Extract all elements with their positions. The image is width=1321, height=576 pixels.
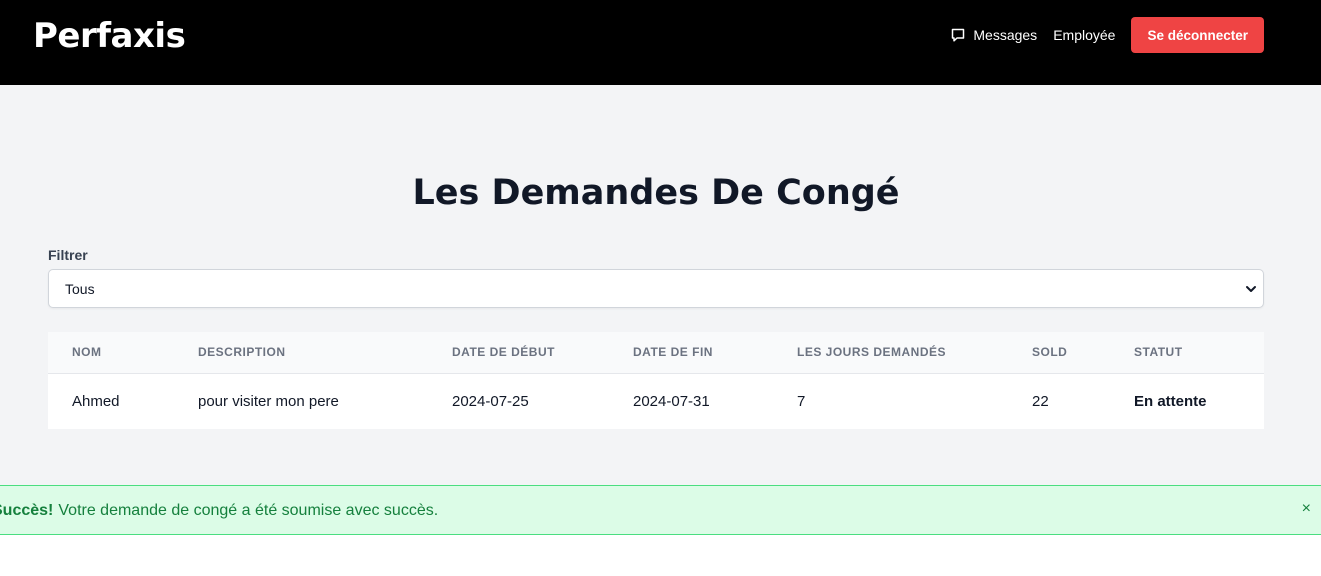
column-header-balance: SOLD (1032, 345, 1068, 360)
success-alert: Succès!Votre demande de congé a été soum… (0, 485, 1321, 535)
nav-actions: Messages Employée Se déconnecter (950, 17, 1264, 53)
cell-requested-days: 7 (797, 392, 806, 410)
leave-requests-table: NOM DESCRIPTION DATE DE DÉBUT DATE DE FI… (48, 332, 1264, 429)
messages-label: Messages (973, 27, 1038, 43)
chat-bubble-icon (952, 28, 965, 42)
employee-label: Employée (1053, 27, 1116, 43)
cell-balance: 22 (1032, 392, 1049, 410)
cell-end-date: 2024-07-31 (633, 392, 710, 410)
employee-link[interactable]: Employée (1053, 27, 1115, 43)
alert-message: Votre demande de congé a été soumise ave… (58, 502, 439, 519)
cell-name: Ahmed (72, 392, 120, 410)
column-header-start-date: DATE DE DÉBUT (452, 345, 555, 360)
chevron-down-icon (1246, 286, 1256, 292)
page-title: Les Demandes De Congé (412, 173, 900, 213)
column-header-requested-days: LES JOURS DEMANDÉS (797, 345, 947, 360)
alert-text: Succès!Votre demande de congé a été soum… (0, 502, 438, 520)
table-header-row: NOM DESCRIPTION DATE DE DÉBUT DATE DE FI… (48, 332, 1264, 373)
main-content: Les Demandes De Congé Filtrer Tous NOM D… (0, 85, 1321, 485)
column-header-status: STATUT (1134, 345, 1183, 360)
logout-button[interactable]: Se déconnecter (1131, 17, 1264, 53)
filter-selected-value: Tous (65, 281, 95, 297)
cell-start-date: 2024-07-25 (452, 392, 529, 410)
filter-select[interactable]: Tous (48, 269, 1264, 308)
messages-link[interactable]: Messages (950, 27, 1037, 43)
cell-status: En attente (1134, 392, 1207, 410)
column-header-description: DESCRIPTION (198, 345, 286, 360)
brand-logo[interactable]: Perfaxis (33, 16, 186, 56)
top-navbar: Perfaxis Messages Employée Se déconnecte… (0, 0, 1321, 85)
filter-label: Filtrer (48, 247, 88, 263)
close-icon[interactable]: × (1302, 500, 1311, 518)
column-header-name: NOM (72, 345, 102, 360)
table-row: Ahmed pour visiter mon pere 2024-07-25 2… (48, 373, 1264, 429)
alert-title: Succès! (0, 502, 54, 519)
column-header-end-date: DATE DE FIN (633, 345, 713, 360)
cell-description: pour visiter mon pere (198, 392, 339, 410)
